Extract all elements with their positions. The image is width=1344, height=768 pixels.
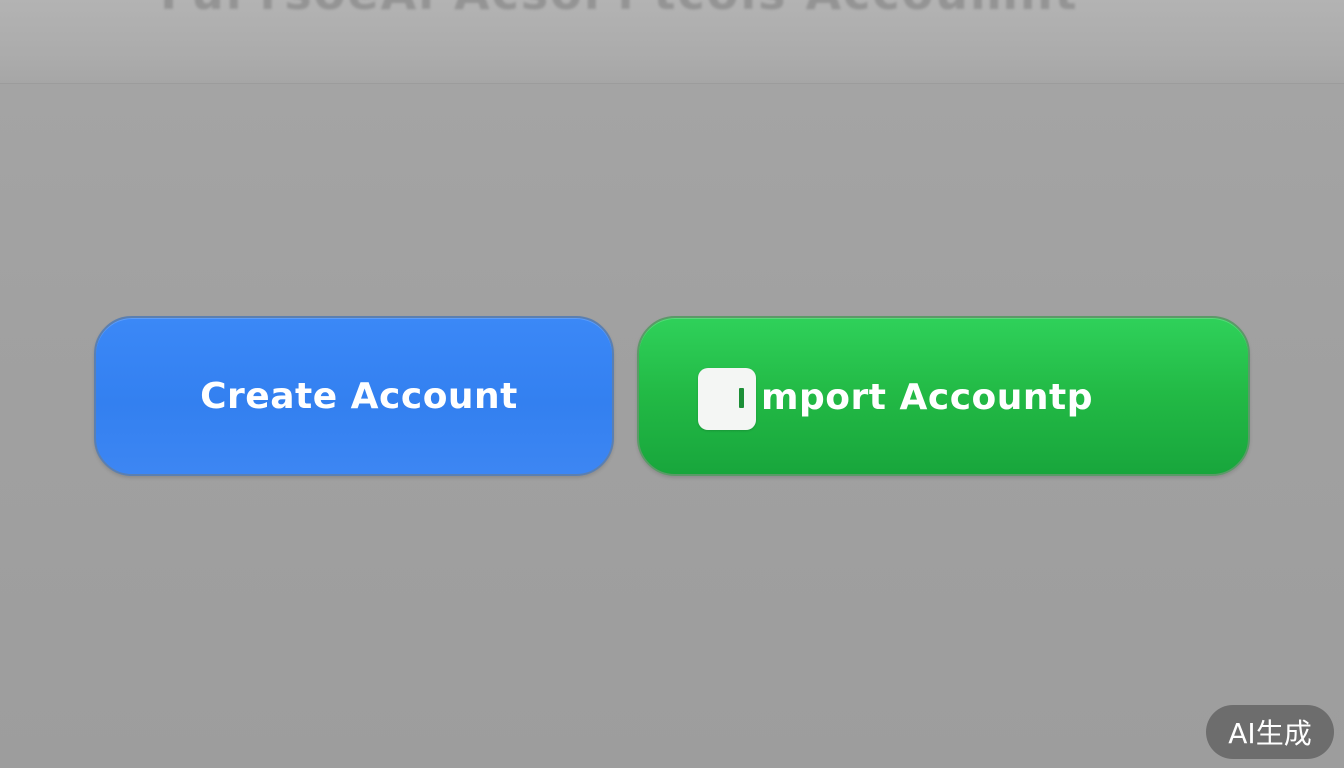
header-title: Ful'rsoeAl Acsoi'l tcols Accoumnt <box>160 0 1290 14</box>
top-header-strip: Ful'rsoeAl Acsoi'l tcols Accoumnt <box>0 0 1344 84</box>
create-account-button[interactable]: Create Account <box>94 316 614 476</box>
import-account-label: mport Accountp <box>761 377 1094 418</box>
create-account-label: Create Account <box>200 375 518 417</box>
ai-generated-badge: AI生成 <box>1206 705 1334 759</box>
import-square-icon <box>698 368 756 430</box>
import-account-button[interactable]: mport Accountp <box>637 316 1250 476</box>
